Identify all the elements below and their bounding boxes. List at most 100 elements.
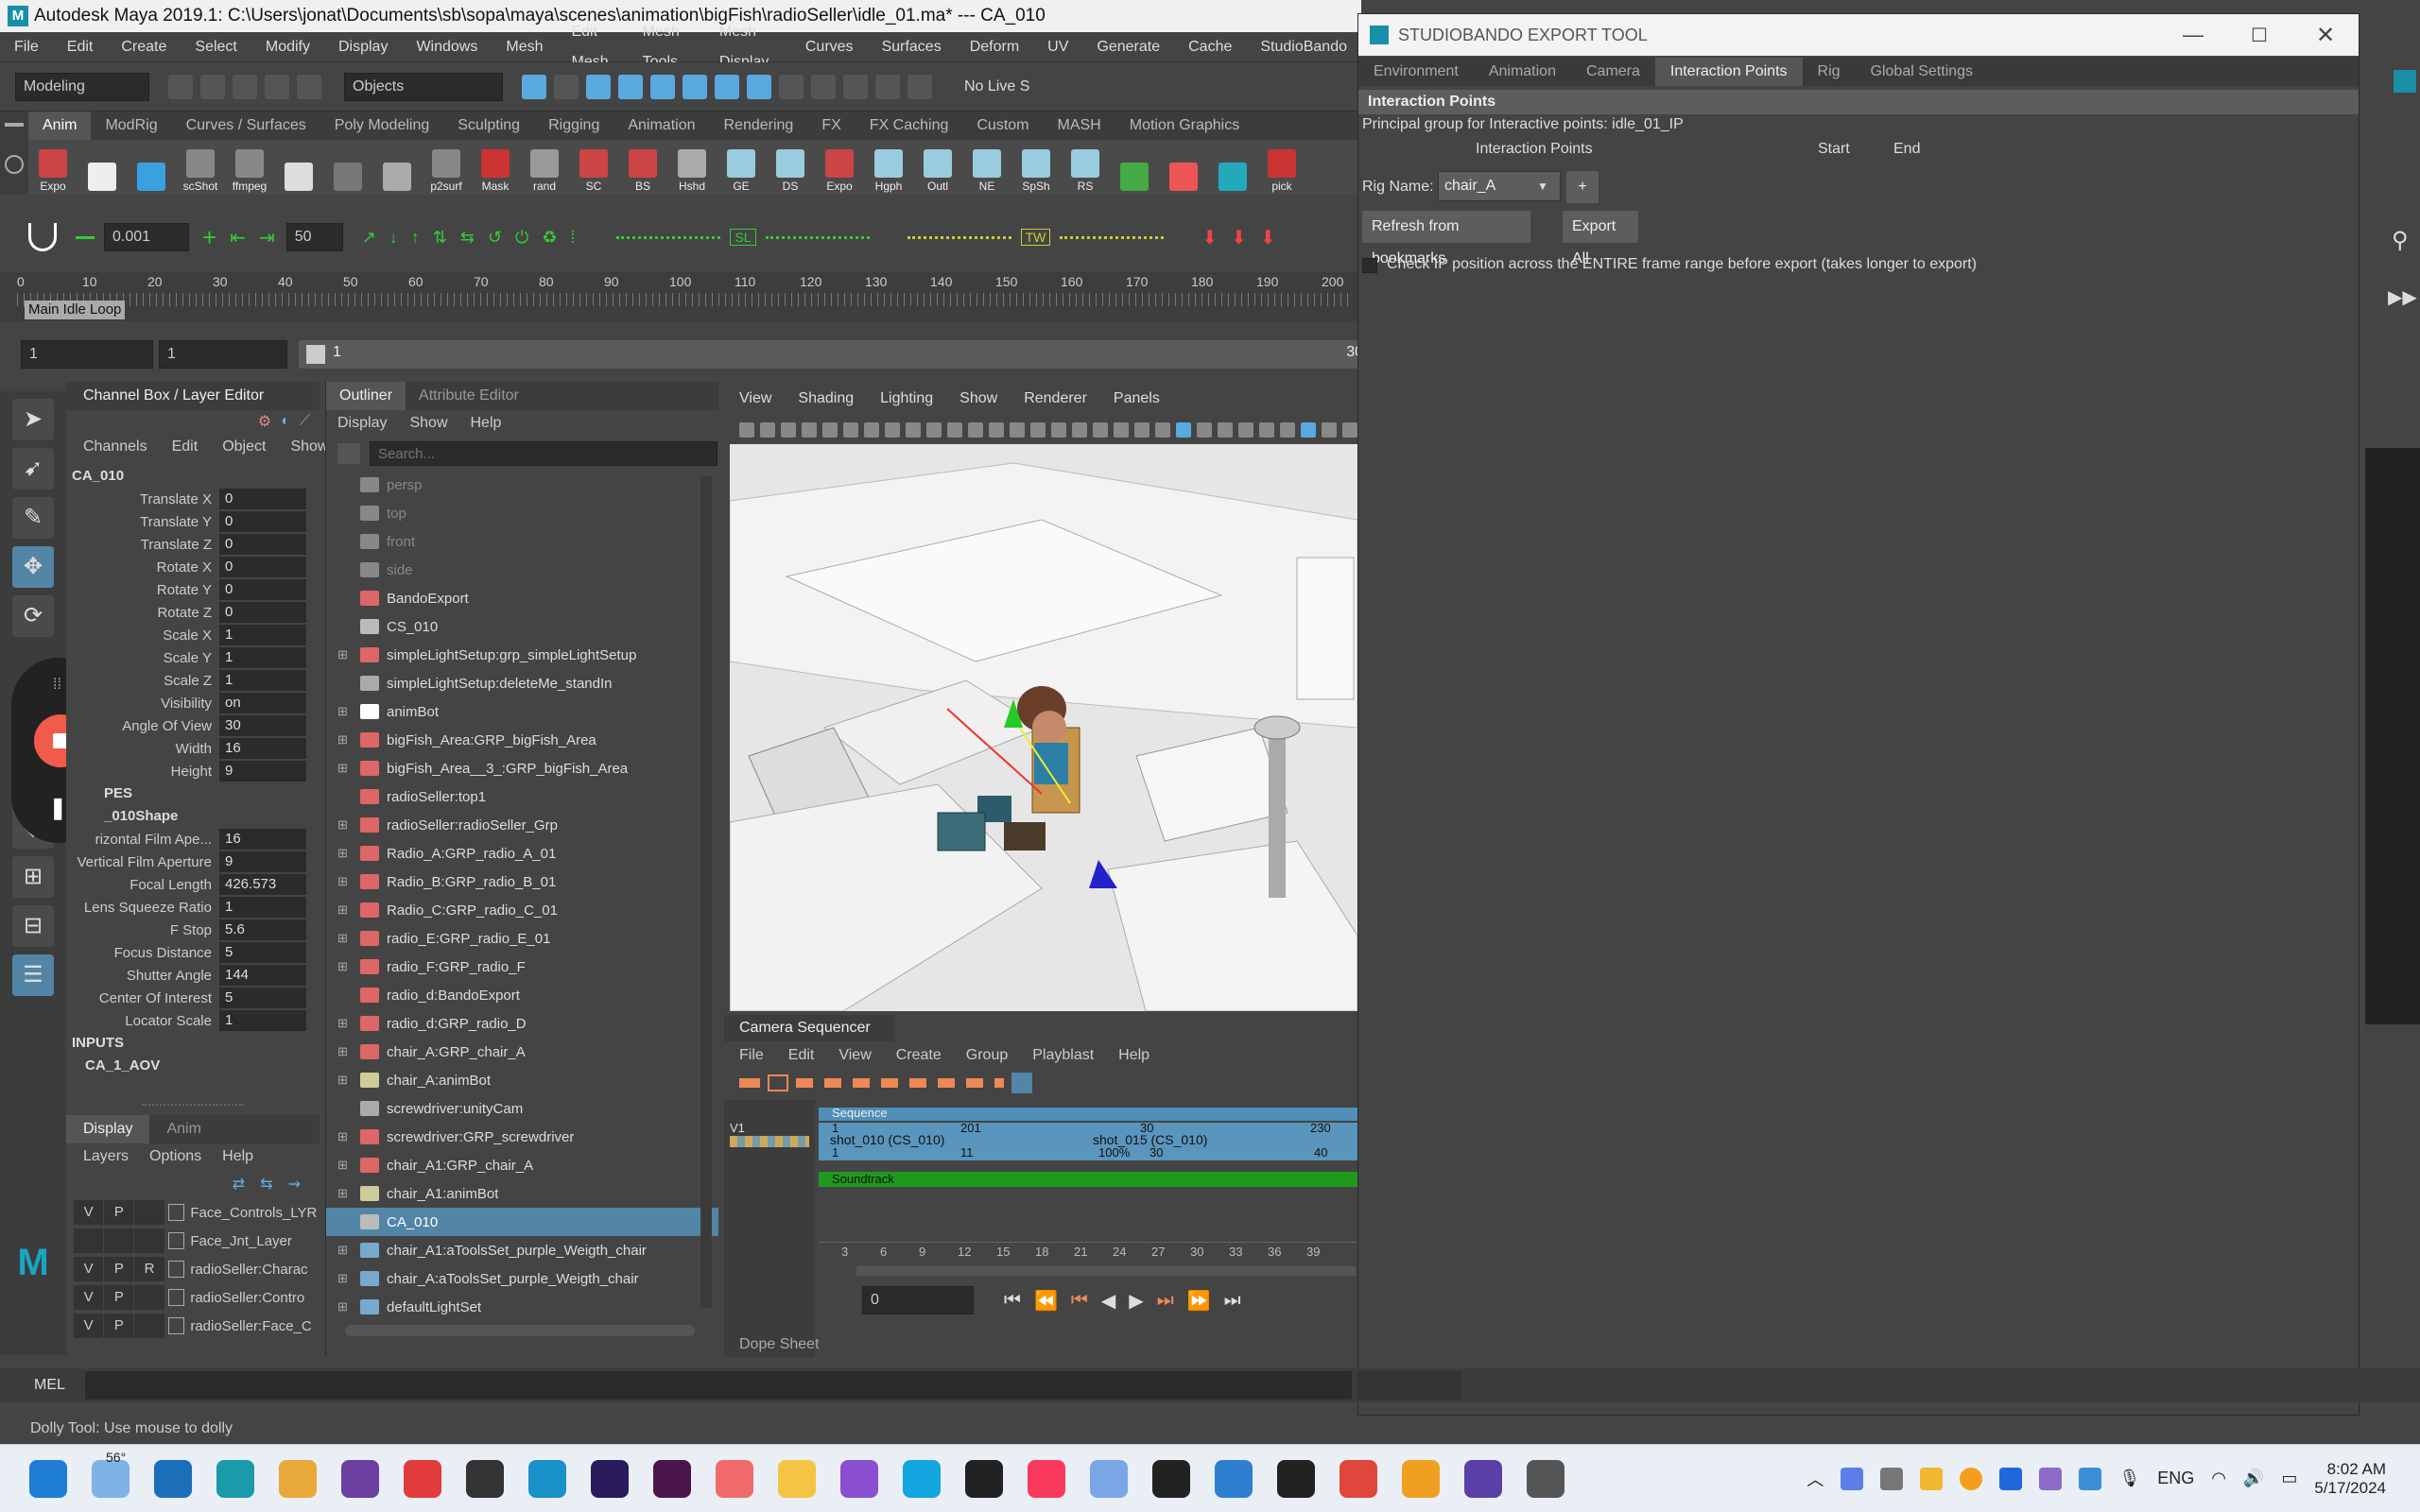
channel-box-tab[interactable]: Channel Box / Layer Editor [66, 382, 320, 410]
shape-attr-row[interactable]: rizontal Film Ape... 16 [66, 828, 320, 850]
ipr-icon[interactable] [843, 74, 868, 99]
menu-deform[interactable]: Deform [970, 32, 1019, 62]
layer-name[interactable]: radioSeller:Charac [190, 1262, 320, 1278]
layer-reference-toggle[interactable] [134, 1200, 164, 1225]
outliner-item[interactable]: ⊞ chair_A1:aToolsSet_purple_Weigth_chair [326, 1236, 718, 1264]
viewport-menu-renderer[interactable]: Renderer [1024, 390, 1087, 407]
play-back-icon[interactable]: ◀ [1101, 1289, 1115, 1313]
channel-attr-value[interactable]: 1 [219, 670, 306, 691]
channel-attr-row[interactable]: Height 9 [66, 760, 320, 782]
viewport-tool-15-icon[interactable] [1051, 422, 1066, 438]
search-app-icon[interactable] [1402, 1459, 1440, 1498]
channel-attr-value[interactable]: 0 [219, 602, 306, 623]
bookmark-label[interactable]: Main Idle Loop [25, 301, 126, 319]
outliner-item[interactable]: ⊞ chair_A:animBot [326, 1066, 718, 1094]
shelf-button-spsh[interactable]: SpSh [1016, 142, 1056, 193]
viewport-menu-lighting[interactable]: Lighting [880, 390, 933, 407]
export-tab-global-settings[interactable]: Global Settings [1856, 58, 1989, 86]
layer-tab-anim[interactable]: Anim [149, 1115, 217, 1143]
viewport-tool-25-icon[interactable] [1259, 422, 1274, 438]
new-layer-icon[interactable]: ⇄ [233, 1175, 245, 1194]
menu-surfaces[interactable]: Surfaces [882, 32, 942, 62]
next-key-playback-icon[interactable]: ⏭ [1157, 1290, 1174, 1312]
step-field[interactable]: 50 [285, 223, 343, 251]
shape-attr-value[interactable]: 144 [219, 965, 306, 986]
shelf-button-tool-5[interactable] [279, 142, 319, 193]
expand-icon[interactable]: ⊞ [337, 704, 353, 719]
viewport-tool-9-icon[interactable] [926, 422, 942, 438]
outliner-item[interactable]: ⊞ animBot [326, 697, 718, 726]
new-layer-selected-icon[interactable]: ⇆ [260, 1175, 272, 1194]
tray-chevron-icon[interactable]: ︿ [1806, 1467, 1824, 1491]
expand-icon[interactable]: ⊞ [337, 902, 353, 918]
channel-attr-row[interactable]: Visibility on [66, 692, 320, 714]
chrome-icon[interactable] [279, 1459, 317, 1498]
viewport-tool-21-icon[interactable] [1176, 422, 1191, 438]
cs-menu-edit[interactable]: Edit [788, 1047, 815, 1064]
viewport-tool-6-icon[interactable] [864, 422, 879, 438]
channel-attr-value[interactable]: 30 [219, 715, 306, 736]
weather-icon[interactable] [92, 1459, 130, 1498]
snap-surface-icon[interactable] [715, 74, 739, 99]
shelf-button-expo[interactable]: Expo [33, 142, 73, 193]
lock-icon[interactable] [779, 74, 804, 99]
previous-key-icon[interactable]: ⇤ [230, 226, 246, 249]
layer-row[interactable]: V P RradioSeller:Charac [74, 1255, 320, 1283]
shelf-tab-animation[interactable]: Animation [614, 112, 709, 140]
magnet-icon[interactable] [28, 223, 57, 251]
channel-attr-row[interactable]: Translate Z 0 [66, 533, 320, 556]
outliner-item[interactable]: ⊞ radio_F:GRP_radio_F [326, 953, 718, 981]
browser-icon[interactable] [154, 1459, 192, 1498]
viewport-tool-27-icon[interactable] [1301, 422, 1316, 438]
layer-playback-toggle[interactable]: P [104, 1285, 134, 1310]
cs-menu-file[interactable]: File [739, 1047, 764, 1064]
step-forward-icon[interactable]: ⏩ [1187, 1289, 1211, 1313]
shape-attr-value[interactable]: 426.573 [219, 874, 306, 895]
rotate-tool-icon[interactable]: ⟳ [12, 595, 54, 637]
shelf-tab-modrig[interactable]: ModRig [91, 112, 171, 140]
outliner-item[interactable]: top [326, 499, 718, 527]
menu-windows[interactable]: Windows [416, 32, 477, 62]
expand-icon[interactable]: ⊞ [337, 1271, 353, 1286]
channel-attr-value[interactable]: 16 [219, 738, 306, 759]
outliner-item[interactable]: screwdriver:unityCam [326, 1094, 718, 1123]
asana-icon[interactable] [716, 1459, 753, 1498]
select-object-icon[interactable] [554, 74, 579, 99]
wifi-icon[interactable]: ◠ [2211, 1469, 2226, 1488]
shelf-button-tool-6[interactable] [328, 142, 368, 193]
expand-icon[interactable]: ⊞ [337, 874, 353, 889]
cb-menu-show[interactable]: Show [290, 438, 328, 455]
shelf-button-outl[interactable]: Outl [918, 142, 958, 193]
outliner-item[interactable]: ⊞ defaultLightSet [326, 1293, 718, 1321]
7zip-icon[interactable] [965, 1459, 1003, 1498]
shelf-button-bs[interactable]: BS [623, 142, 663, 193]
channel-attr-row[interactable]: Width 16 [66, 737, 320, 760]
menu-select[interactable]: Select [195, 32, 236, 62]
select-tool-icon[interactable]: ➤ [12, 399, 54, 440]
interaction-points-section-header[interactable]: Interaction Points [1358, 90, 2359, 114]
channel-attr-row[interactable]: Scale Z 1 [66, 669, 320, 692]
cs-track-controls[interactable] [730, 1136, 809, 1147]
snap-live-icon[interactable] [747, 74, 771, 99]
layer-reference-toggle[interactable] [134, 1285, 164, 1310]
snap-view-icon[interactable] [683, 74, 707, 99]
shape-attr-value[interactable]: 5 [219, 988, 306, 1008]
outliner-item[interactable]: CA_010 [326, 1208, 718, 1236]
outliner-item[interactable]: ⊞ bigFish_Area:GRP_bigFish_Area [326, 726, 718, 754]
shelf-button-sc[interactable]: SC [574, 142, 614, 193]
viewport-tool-17-icon[interactable] [1093, 422, 1108, 438]
shelf-button-tool-22[interactable] [1115, 142, 1154, 193]
go-to-end-icon[interactable]: ⏭ [1224, 1290, 1241, 1312]
outliner-item[interactable]: ⊞ chair_A1:animBot [326, 1179, 718, 1208]
viewport-tool-18-icon[interactable] [1114, 422, 1129, 438]
channel-attr-row[interactable]: Scale Y 1 [66, 646, 320, 669]
layer-name[interactable]: Face_Jnt_Layer [190, 1233, 320, 1249]
cs-menu-view[interactable]: View [838, 1047, 871, 1064]
shelf-button-mask[interactable]: Mask [475, 142, 515, 193]
outliner-item[interactable]: side [326, 556, 718, 584]
viewport-tool-26-icon[interactable] [1280, 422, 1295, 438]
edge-icon[interactable] [528, 1459, 566, 1498]
layer-row[interactable]: V PradioSeller:Face_C [74, 1312, 320, 1340]
shelf-button-ge[interactable]: GE [721, 142, 761, 193]
outliner-item[interactable]: ⊞ radio_d:GRP_radio_D [326, 1009, 718, 1038]
